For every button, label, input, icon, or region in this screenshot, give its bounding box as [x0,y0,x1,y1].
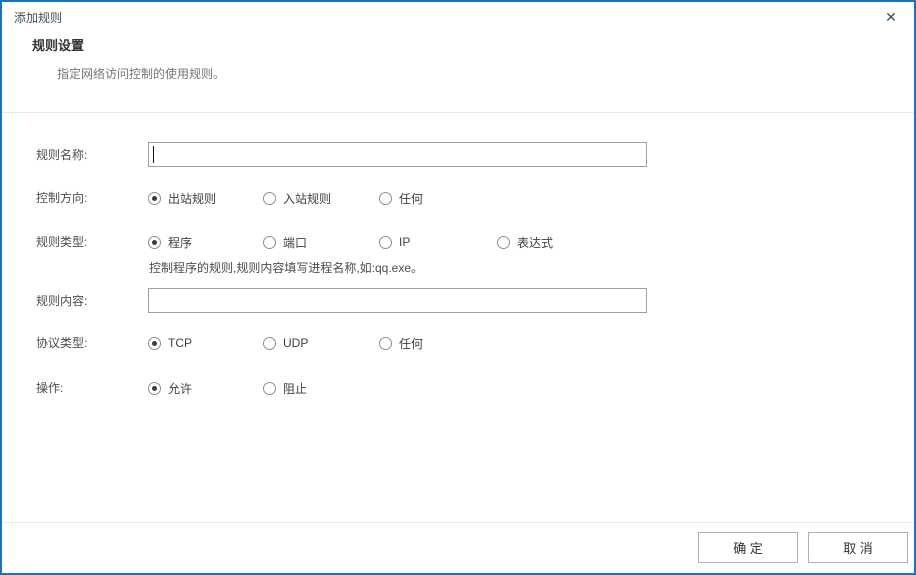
cancel-button[interactable]: 取 消 [808,532,908,563]
dialog-title: 添加规则 [14,11,63,25]
radio-icon [148,235,161,249]
protocol-label: 协议类型: [36,336,88,350]
radio-icon [263,336,276,350]
radio-icon [379,336,392,350]
radio-label: IP [399,235,411,249]
radio-inbound-rule[interactable]: 入站规则 [263,190,331,206]
section-heading: 规则设置 [32,38,85,53]
radio-icon [263,235,276,249]
rule-name-row: 规则名称: [2,142,914,167]
radio-port[interactable]: 端口 [263,234,307,250]
radio-label: 允许 [168,381,193,396]
radio-label: 程序 [168,235,193,250]
add-rule-dialog: 添加规则 ✕ 规则设置 指定网络访问控制的使用规则。 规则名称: 控制方向: 出… [0,0,916,575]
action-row: 操作: 允许 阻止 [2,380,914,405]
radio-expression[interactable]: 表达式 [497,234,553,250]
radio-label: TCP [168,336,192,350]
radio-outbound-rule[interactable]: 出站规则 [148,190,216,206]
direction-label: 控制方向: [36,191,88,205]
radio-label: 入站规则 [283,191,332,206]
radio-program[interactable]: 程序 [148,234,192,250]
radio-allow[interactable]: 允许 [148,380,192,396]
radio-protocol-any[interactable]: 任何 [379,335,423,351]
rule-type-hint: 控制程序的规则,规则内容填写进程名称,如:qq.exe。 [149,261,424,275]
footer-divider [2,522,914,523]
radio-icon [497,235,510,249]
radio-udp[interactable]: UDP [263,335,308,351]
radio-icon [148,336,161,350]
radio-icon [263,191,276,205]
radio-label: 端口 [283,235,308,250]
radio-icon [379,235,392,249]
radio-icon [263,381,276,395]
radio-icon [379,191,392,205]
radio-label: 阻止 [283,381,308,396]
rule-name-label: 规则名称: [36,148,88,162]
section-description: 指定网络访问控制的使用规则。 [57,67,226,81]
radio-label: 出站规则 [168,191,217,206]
radio-block[interactable]: 阻止 [263,380,307,396]
radio-ip[interactable]: IP [379,234,410,250]
radio-direction-any[interactable]: 任何 [379,190,423,206]
radio-icon [148,191,161,205]
action-label: 操作: [36,381,64,395]
text-caret [153,146,154,163]
radio-label: 任何 [399,191,424,206]
protocol-row: 协议类型: TCP UDP 任何 [2,335,914,360]
top-divider [2,112,914,113]
radio-label: 任何 [399,336,424,351]
rule-type-row: 规则类型: 程序 端口 IP 表达式 [2,234,914,259]
close-icon[interactable]: ✕ [881,7,901,27]
ok-button[interactable]: 确 定 [698,532,798,563]
rule-type-label: 规则类型: [36,235,88,249]
direction-row: 控制方向: 出站规则 入站规则 任何 [2,190,914,215]
rule-content-row: 规则内容: [2,288,914,313]
radio-label: UDP [283,336,309,350]
radio-label: 表达式 [517,235,554,250]
radio-icon [148,381,161,395]
rule-content-input[interactable] [148,288,647,313]
rule-content-label: 规则内容: [36,294,88,308]
rule-name-input[interactable] [148,142,647,167]
radio-tcp[interactable]: TCP [148,335,192,351]
